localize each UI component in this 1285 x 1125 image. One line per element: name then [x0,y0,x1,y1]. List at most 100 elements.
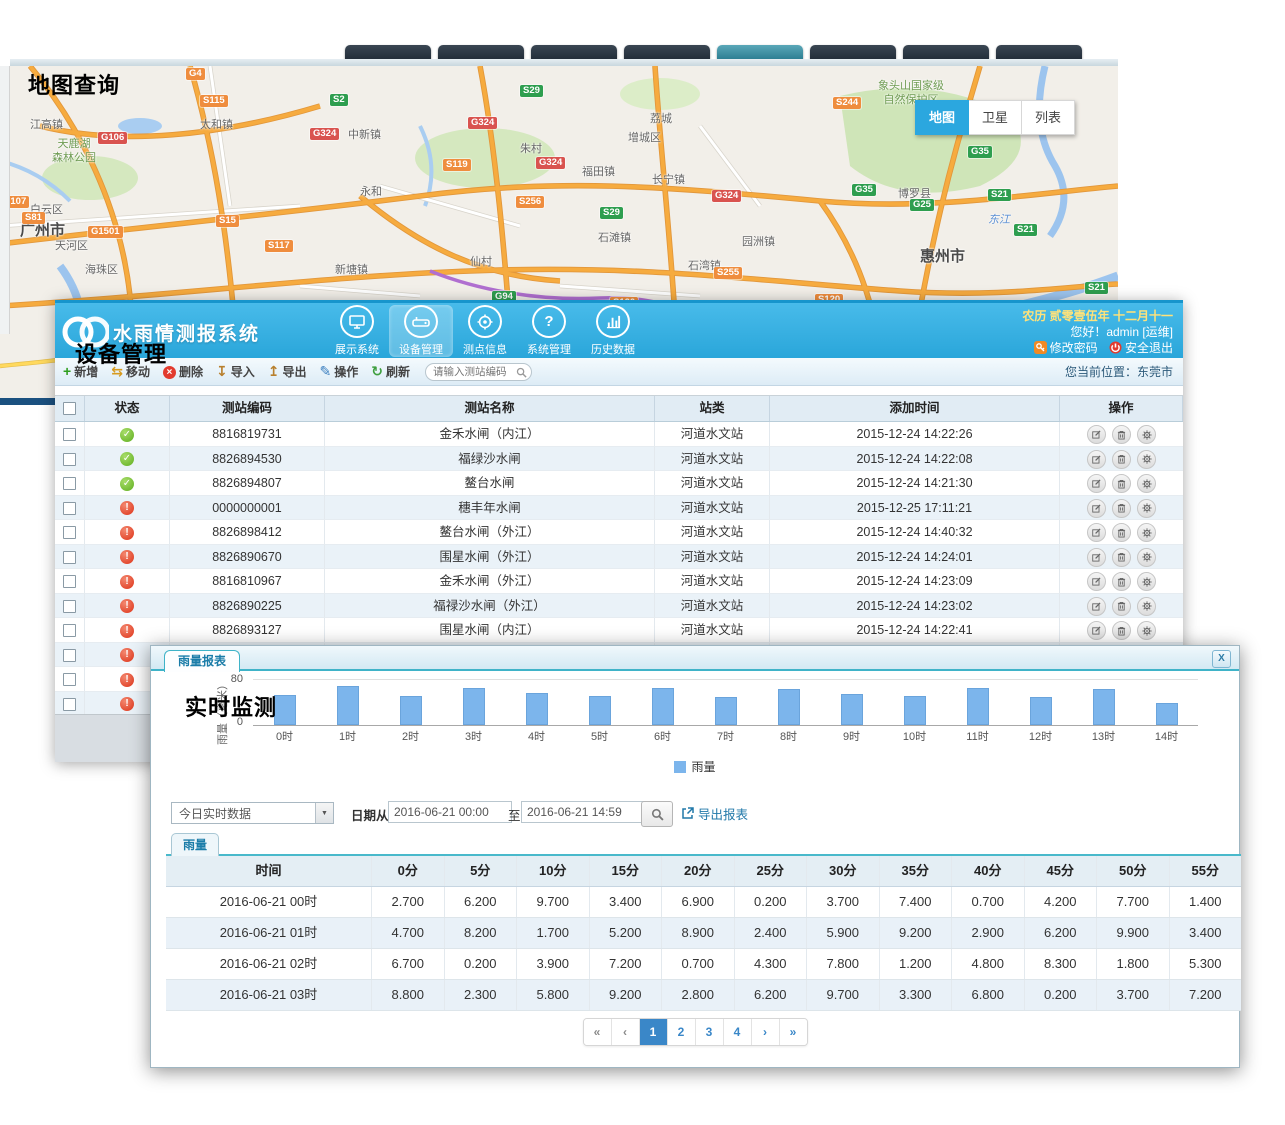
toolbar-button-2[interactable]: ×删除 [163,363,203,380]
row-checkbox[interactable] [63,575,76,588]
road-shield: S115 [200,95,228,107]
close-icon[interactable]: X [1212,650,1231,668]
row-checkbox[interactable] [63,698,76,711]
cell-value: 0.200 [735,887,808,917]
gear-icon[interactable] [1137,572,1156,591]
nav-item-4[interactable]: 历史数据 [581,305,645,357]
x-tick-label: 6时 [631,728,694,744]
row-checkbox[interactable] [63,649,76,662]
cell-value: 8.900 [662,918,735,948]
gear-icon[interactable] [1137,499,1156,518]
pagination-page-2[interactable]: 2 [668,1019,696,1045]
column-header: 35分 [880,856,953,886]
row-checkbox[interactable] [63,502,76,515]
map-view-button-map[interactable]: 地图 [915,100,969,135]
gear-icon[interactable] [1137,597,1156,616]
nav-item-3[interactable]: ?系统管理 [517,305,581,357]
map-view-button-list[interactable]: 列表 [1022,100,1075,135]
browser-tab[interactable] [717,45,803,59]
logout-link[interactable]: 安全退出 [1125,341,1173,355]
browser-tab[interactable] [903,45,989,59]
trash-icon[interactable] [1112,425,1131,444]
pagination-page-1[interactable]: 1 [640,1019,668,1045]
trash-icon[interactable] [1112,597,1131,616]
toolbar-button-4[interactable]: ↥导出 [268,363,307,380]
gear-icon[interactable] [1137,450,1156,469]
gear-icon[interactable] [1137,425,1156,444]
gear-icon[interactable] [1137,621,1156,640]
road-shield: G324 [310,128,339,140]
pagination-last[interactable]: » [780,1019,807,1045]
tab-rainfall[interactable]: 雨量 [171,833,219,856]
table-row: !0000000001穗丰年水闸河道水文站2015-12-25 17:11:21 [55,496,1183,521]
data-mode-select[interactable]: 今日实时数据 ▼ [171,802,334,824]
column-header: 45分 [1025,856,1098,886]
browser-tab[interactable] [531,45,617,59]
trash-icon[interactable] [1112,474,1131,493]
export-report-link[interactable]: 导出报表 [681,804,748,823]
trash-icon[interactable] [1112,548,1131,567]
toolbar-button-5[interactable]: ✎操作 [319,363,358,380]
edit-icon[interactable] [1087,425,1106,444]
gear-icon[interactable] [1137,474,1156,493]
pagination-first[interactable]: « [584,1019,612,1045]
edit-icon[interactable] [1087,474,1106,493]
browser-tab[interactable] [624,45,710,59]
bar-10时 [904,696,926,725]
trash-icon[interactable] [1112,572,1131,591]
cell-time: 2016-06-21 02时 [166,949,372,979]
tab-rainfall-report[interactable]: 雨量报表 [164,650,240,672]
row-checkbox[interactable] [63,624,76,637]
date-from-input[interactable] [388,801,512,823]
edit-icon[interactable] [1087,450,1106,469]
date-to-input[interactable] [521,801,645,823]
pagination-page-3[interactable]: 3 [696,1019,724,1045]
trash-icon[interactable] [1112,499,1131,518]
main-nav: 展示系统设备管理测点信息?系统管理历史数据 [325,305,645,357]
browser-tab[interactable] [438,45,524,59]
x-tick-label: 13时 [1072,728,1135,744]
cell-value: 6.800 [952,980,1025,1010]
trash-icon[interactable] [1112,450,1131,469]
pagination-prev[interactable]: ‹ [612,1019,640,1045]
pagination-group: «‹1234›» [583,1018,808,1046]
cell-name: 穗丰年水闸 [325,496,655,521]
row-checkbox[interactable] [63,453,76,466]
gear-icon[interactable] [1137,523,1156,542]
pagination-page-4[interactable]: 4 [724,1019,752,1045]
browser-tab[interactable] [996,45,1082,59]
trash-icon[interactable] [1112,523,1131,542]
map-view-button-satellite[interactable]: 卫星 [969,100,1022,135]
trash-icon[interactable] [1112,621,1131,640]
cell-value: 9.900 [1097,918,1170,948]
nav-item-0[interactable]: 展示系统 [325,305,389,357]
browser-tab[interactable] [810,45,896,59]
row-checkbox[interactable] [63,526,76,539]
nav-item-1[interactable]: 设备管理 [389,305,453,357]
road-shield: S21 [1014,224,1037,236]
map-label-town: 石滩镇 [598,232,631,246]
pagination-next[interactable]: › [752,1019,780,1045]
change-password-link[interactable]: 修改密码 [1050,341,1098,355]
edit-icon[interactable] [1087,523,1106,542]
edit-icon[interactable] [1087,621,1106,640]
edit-icon[interactable] [1087,548,1106,567]
row-checkbox[interactable] [63,673,76,686]
row-checkbox[interactable] [63,551,76,564]
edit-icon[interactable] [1087,499,1106,518]
chart-y-tick-max: 80 [219,673,243,685]
toolbar-button-3[interactable]: ↧导入 [216,363,255,380]
nav-item-2[interactable]: 测点信息 [453,305,517,357]
column-header: 25分 [735,856,808,886]
gear-icon[interactable] [1137,548,1156,567]
toolbar-button-6[interactable]: ↻刷新 [371,363,410,380]
row-checkbox[interactable] [63,600,76,613]
row-checkbox[interactable] [63,477,76,490]
edit-icon[interactable] [1087,572,1106,591]
column-header: 测站名称 [325,396,655,421]
select-all-checkbox[interactable] [63,402,76,415]
row-checkbox[interactable] [63,428,76,441]
edit-icon[interactable] [1087,597,1106,616]
browser-tab[interactable] [345,45,431,59]
search-button[interactable] [641,801,673,827]
